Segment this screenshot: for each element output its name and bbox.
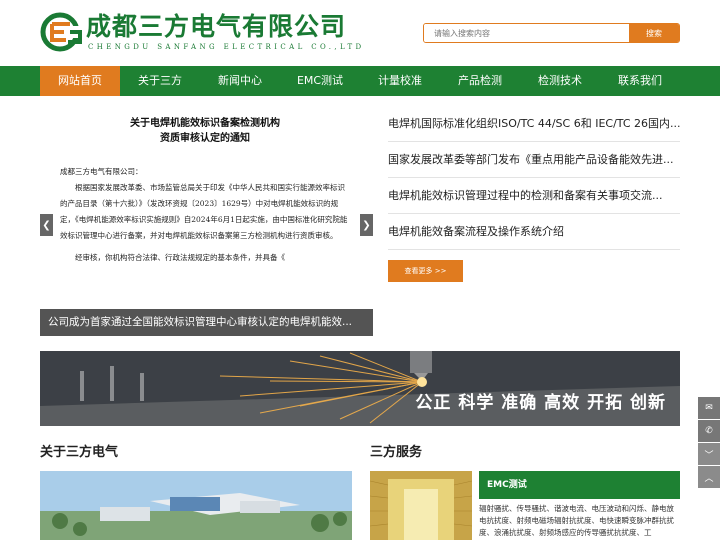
back-to-top-button[interactable]: ︿ <box>698 466 720 488</box>
company-building-image[interactable] <box>40 471 352 540</box>
section-title-about: 关于三方电气 <box>40 445 119 460</box>
slide-prev-button[interactable]: ❮ <box>40 214 53 236</box>
chamber-illustration <box>370 471 472 540</box>
news-item[interactable]: 电焊机能效备案流程及操作系统介绍 <box>388 214 680 250</box>
emc-chamber-image[interactable] <box>370 471 472 540</box>
phone-button[interactable]: ✆ <box>698 420 720 442</box>
slide-document-image: 关于电焊机能效标识备案检测机构 资质审核认定的通知 成都三方电气有限公司： 根据… <box>60 106 350 336</box>
search-input[interactable] <box>424 24 629 42</box>
nav-item-home[interactable]: 网站首页 <box>40 66 120 96</box>
news-item[interactable]: 电焊机国际标准化组织ISO/TC 44/SC 6和 IEC/TC 26国内... <box>388 106 680 142</box>
chevron-down-icon: ﹀ <box>704 450 714 461</box>
building-illustration <box>40 471 352 540</box>
side-toolbar: ✉ ✆ ﹀ ︿ <box>698 397 720 489</box>
nav-item-about[interactable]: 关于三方 <box>120 66 200 96</box>
nav-item-testing-tech[interactable]: 检测技术 <box>520 66 600 96</box>
email-button[interactable]: ✉ <box>698 397 720 419</box>
chevron-left-icon: ❮ <box>42 219 51 231</box>
nav-item-calibration[interactable]: 计量校准 <box>360 66 440 96</box>
doc-paragraph-2: 经审核，你机构符合法律、行政法规规定的基本条件，并具备《 <box>75 253 285 262</box>
brand-name-en: CHENGDU SANFANG ELECTRICAL CO.,LTD <box>88 43 365 51</box>
nav-item-news[interactable]: 新闻中心 <box>200 66 280 96</box>
slogan-banner: 公正 科学 准确 高效 开拓 创新 <box>40 351 680 426</box>
slide-next-button[interactable]: ❯ <box>360 214 373 236</box>
search-bar: 搜索 <box>423 23 680 43</box>
brand-name-cn: 成都三方电气有限公司 <box>86 12 347 41</box>
nav-item-contact[interactable]: 联系我们 <box>600 66 680 96</box>
banner-slogan: 公正 科学 准确 高效 开拓 创新 <box>415 393 666 413</box>
search-button[interactable]: 搜索 <box>629 24 679 42</box>
service-tab-emc[interactable]: EMC测试 <box>479 471 680 499</box>
chevron-right-icon: ❯ <box>362 219 371 231</box>
chevron-up-icon: ︿ <box>704 473 714 484</box>
envelope-icon: ✉ <box>705 403 713 413</box>
section-title-services: 三方服务 <box>370 445 423 460</box>
news-item[interactable]: 国家发展改革委等部门发布《重点用能产品设备能效先进... <box>388 142 680 178</box>
slide-caption[interactable]: 公司成为首家通过全国能效标识管理中心审核认定的电焊机能效... <box>40 309 373 336</box>
company-logo-icon[interactable] <box>40 12 84 52</box>
view-more-button[interactable]: 查看更多 >> <box>388 260 463 282</box>
main-nav: 网站首页 关于三方 新闻中心 EMC测试 计量校准 产品检测 检测技术 联系我们 <box>0 66 720 96</box>
scroll-down-button[interactable]: ﹀ <box>698 443 720 465</box>
nav-item-emc[interactable]: EMC测试 <box>280 66 360 96</box>
doc-body: 根据国家发展改革委、市场监管总局关于印发《中华人民共和国实行能源效率标识的产品目… <box>60 183 348 240</box>
news-list: 电焊机国际标准化组织ISO/TC 44/SC 6和 IEC/TC 26国内...… <box>388 106 680 250</box>
service-description: 辐射骚扰、传导骚扰、谐波电流、电压波动和闪烁、静电放电抗扰度、射频电磁场辐射抗扰… <box>479 504 674 537</box>
doc-title-line-2: 资质审核认定的通知 <box>160 133 250 144</box>
news-slider[interactable]: 关于电焊机能效标识备案检测机构 资质审核认定的通知 成都三方电气有限公司： 根据… <box>40 106 373 336</box>
phone-icon: ✆ <box>705 426 713 436</box>
doc-title-line-1: 关于电焊机能效标识备案检测机构 <box>130 118 280 129</box>
site-header: 成都三方电气有限公司 CHENGDU SANFANG ELECTRICAL CO… <box>0 0 720 66</box>
doc-salutation: 成都三方电气有限公司： <box>60 167 143 176</box>
news-item[interactable]: 电焊机能效标识管理过程中的检测和备案有关事项交流... <box>388 178 680 214</box>
nav-item-product-testing[interactable]: 产品检测 <box>440 66 520 96</box>
